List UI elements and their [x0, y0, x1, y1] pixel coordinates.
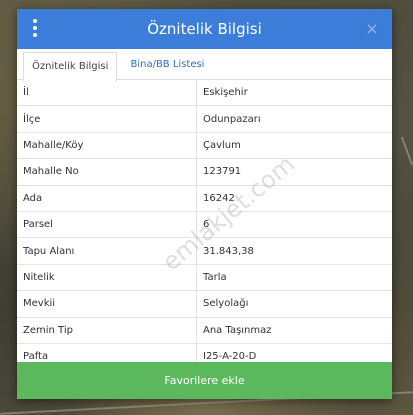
- row-key: Parsel: [17, 211, 197, 239]
- table-row: Parsel 6: [17, 211, 392, 239]
- add-to-favorites-button[interactable]: Favorilere ekle: [17, 362, 392, 399]
- attribute-info-dialog: Öznitelik Bilgisi × Öznitelik Bilgisi Bi…: [17, 9, 392, 399]
- dialog-header: Öznitelik Bilgisi ×: [17, 9, 392, 49]
- row-value: 123791: [196, 158, 392, 186]
- tab-building-list[interactable]: Bina/BB Listesi: [122, 51, 212, 79]
- row-key: Mevkii: [17, 290, 197, 318]
- row-value: Tarla: [196, 264, 392, 292]
- row-key: Tapu Alanı: [17, 237, 197, 265]
- row-value: Odunpazarı: [196, 105, 392, 133]
- table-row: Ada 16242: [17, 185, 392, 212]
- table-row: Mevkii Selyolağı: [17, 290, 392, 318]
- row-value: Çavlum: [196, 132, 392, 160]
- table-row: İlçe Odunpazarı: [17, 105, 392, 133]
- attribute-table: İl Eskişehir İlçe Odunpazarı Mahalle/Köy…: [17, 80, 392, 368]
- attribute-table-container[interactable]: İl Eskişehir İlçe Odunpazarı Mahalle/Köy…: [17, 80, 392, 368]
- row-key: İl: [17, 80, 197, 107]
- row-value: 6: [196, 211, 392, 239]
- table-row: İl Eskişehir: [17, 80, 392, 107]
- row-value: Ana Taşınmaz: [196, 317, 392, 344]
- row-key: İlçe: [17, 105, 197, 133]
- row-key: Ada: [17, 185, 197, 212]
- row-key: Nitelik: [17, 264, 197, 292]
- table-row: Tapu Alanı 31.843,38: [17, 237, 392, 265]
- row-key: Zemin Tip: [17, 317, 197, 344]
- close-icon[interactable]: ×: [362, 19, 382, 39]
- row-value: 31.843,38: [196, 237, 392, 265]
- row-value: Eskişehir: [196, 80, 392, 107]
- table-row: Zemin Tip Ana Taşınmaz: [17, 317, 392, 344]
- table-row: Nitelik Tarla: [17, 264, 392, 292]
- row-value: 16242: [196, 185, 392, 212]
- table-row: Mahalle No 123791: [17, 158, 392, 186]
- row-key: Mahalle/Köy: [17, 132, 197, 160]
- tab-attribute-info[interactable]: Öznitelik Bilgisi: [23, 52, 118, 82]
- row-value: Selyolağı: [196, 290, 392, 318]
- kebab-menu-icon[interactable]: [29, 19, 41, 39]
- tab-bar: Öznitelik Bilgisi Bina/BB Listesi: [17, 49, 392, 82]
- map-road: [400, 136, 413, 166]
- row-key: Mahalle No: [17, 158, 197, 186]
- table-row: Mahalle/Köy Çavlum: [17, 132, 392, 160]
- dialog-title: Öznitelik Bilgisi: [147, 20, 262, 38]
